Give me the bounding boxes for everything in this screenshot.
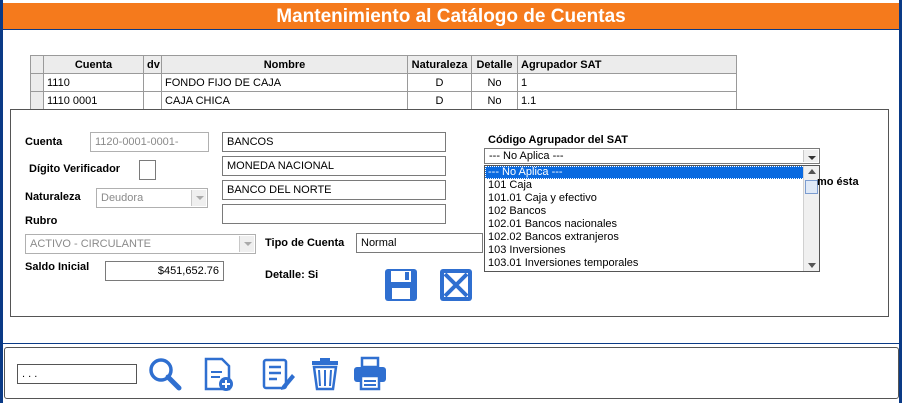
cell-detalle: No	[471, 91, 518, 110]
cancel-button[interactable]	[438, 267, 474, 303]
nombre-line-1-input[interactable]: BANCOS	[222, 132, 446, 152]
scroll-down-icon[interactable]	[808, 263, 816, 268]
edit-button[interactable]	[260, 356, 296, 392]
chevron-down-icon[interactable]	[191, 190, 206, 206]
list-item[interactable]: 101.01 Caja y efectivo	[485, 192, 819, 205]
cell-nombre: CAJA CHICA	[161, 91, 408, 110]
tipo-cuenta-select[interactable]: Normal	[356, 233, 483, 253]
cell-detalle: No	[471, 73, 518, 92]
scroll-up-icon[interactable]	[808, 169, 816, 174]
cell-dv	[143, 91, 162, 110]
naturaleza-label: Naturaleza	[25, 191, 81, 203]
list-item[interactable]: --- No Aplica ---	[485, 166, 819, 179]
search-button[interactable]	[147, 356, 183, 392]
grid-header-row: Cuenta dv Nombre Naturaleza Detalle Agru…	[30, 55, 737, 74]
sat-code-select[interactable]: --- No Aplica ---	[484, 148, 820, 164]
delete-button[interactable]	[307, 356, 343, 392]
detalle-label-text: Detalle:	[265, 269, 305, 281]
grid-header-detalle[interactable]: Detalle	[471, 55, 518, 74]
list-item[interactable]: 103 Inversiones	[485, 244, 819, 257]
tipo-cuenta-label: Tipo de Cuenta	[265, 237, 345, 249]
add-document-icon	[204, 357, 233, 391]
list-item[interactable]: 101 Caja	[485, 179, 819, 192]
grid-header-agrupador[interactable]: Agrupador SAT	[517, 55, 737, 74]
partial-hidden-text: mo ésta	[817, 176, 859, 188]
cell-dv	[143, 73, 162, 92]
divider	[3, 343, 899, 344]
saldo-inicial-input[interactable]: $451,652.76	[105, 261, 224, 281]
cell-cuenta: 1110	[43, 73, 144, 92]
rubro-select[interactable]: ACTIVO - CIRCULANTE	[25, 234, 256, 254]
cell-cuenta: 1110 0001	[43, 91, 144, 110]
nombre-line-3-input[interactable]: BANCO DEL NORTE	[222, 180, 446, 200]
edit-list-icon	[262, 358, 295, 390]
cell-agrupador: 1	[517, 73, 737, 92]
sat-code-label: Código Agrupador del SAT	[488, 134, 628, 146]
new-document-button[interactable]	[200, 356, 236, 392]
grid-header-naturaleza[interactable]: Naturaleza	[407, 55, 472, 74]
bottom-toolbar: . . .	[4, 347, 899, 399]
account-edit-panel: Cuenta 1120-0001-0001- Dígito Verificado…	[10, 109, 889, 317]
cell-nombre: FONDO FIJO DE CAJA	[161, 73, 408, 92]
magnifier-icon	[149, 358, 182, 391]
chevron-down-icon[interactable]	[239, 236, 254, 252]
nombre-line-4-input[interactable]	[222, 204, 446, 224]
list-item[interactable]: 102.02 Bancos extranjeros	[485, 231, 819, 244]
trash-icon	[312, 358, 338, 391]
cell-naturaleza: D	[407, 73, 472, 92]
naturaleza-value: Deudora	[101, 192, 144, 204]
saldo-inicial-label: Saldo Inicial	[25, 261, 90, 273]
digito-verificador-label: Dígito Verificador	[29, 163, 121, 175]
cuenta-input[interactable]: 1120-0001-0001-	[90, 132, 209, 152]
print-button[interactable]	[352, 356, 388, 392]
row-selector[interactable]	[30, 73, 44, 92]
nombre-line-2-input[interactable]: MONEDA NACIONAL	[222, 156, 446, 176]
list-item[interactable]: 102 Bancos	[485, 205, 819, 218]
table-row[interactable]: 1110 0001 CAJA CHICA D No 1.1	[30, 91, 737, 110]
row-selector[interactable]	[30, 91, 44, 110]
sat-code-value: --- No Aplica ---	[489, 150, 564, 162]
grid-header-selector	[30, 55, 44, 74]
grid-header-cuenta[interactable]: Cuenta	[43, 55, 144, 74]
naturaleza-select[interactable]: Deudora	[96, 188, 208, 208]
printer-icon	[354, 356, 386, 391]
detalle-label: Detalle: Si	[265, 269, 318, 281]
rubro-value: ACTIVO - CIRCULANTE	[30, 238, 152, 250]
digito-verificador-input[interactable]	[139, 160, 156, 180]
grid-header-dv[interactable]: dv	[143, 55, 162, 74]
chevron-down-icon[interactable]	[803, 150, 818, 162]
window-title: Mantenimiento al Catálogo de Cuentas	[3, 3, 899, 30]
floppy-disk-icon	[385, 269, 417, 301]
accounts-grid[interactable]: Cuenta dv Nombre Naturaleza Detalle Agru…	[30, 55, 752, 111]
list-item[interactable]: 103.01 Inversiones temporales	[485, 257, 819, 270]
list-item[interactable]: 102.01 Bancos nacionales	[485, 218, 819, 231]
cancel-save-icon	[440, 269, 472, 301]
save-button[interactable]	[383, 267, 419, 303]
sat-code-dropdown[interactable]: --- No Aplica --- 101 Caja 101.01 Caja y…	[484, 165, 820, 272]
cell-naturaleza: D	[407, 91, 472, 110]
detalle-value: Si	[307, 269, 319, 281]
grid-header-nombre[interactable]: Nombre	[161, 55, 408, 74]
table-row[interactable]: 1110 FONDO FIJO DE CAJA D No 1	[30, 73, 737, 92]
rubro-label: Rubro	[25, 215, 58, 227]
cuenta-label: Cuenta	[25, 136, 63, 148]
account-search-input[interactable]: . . .	[17, 364, 137, 384]
cell-agrupador: 1.1	[517, 91, 737, 110]
